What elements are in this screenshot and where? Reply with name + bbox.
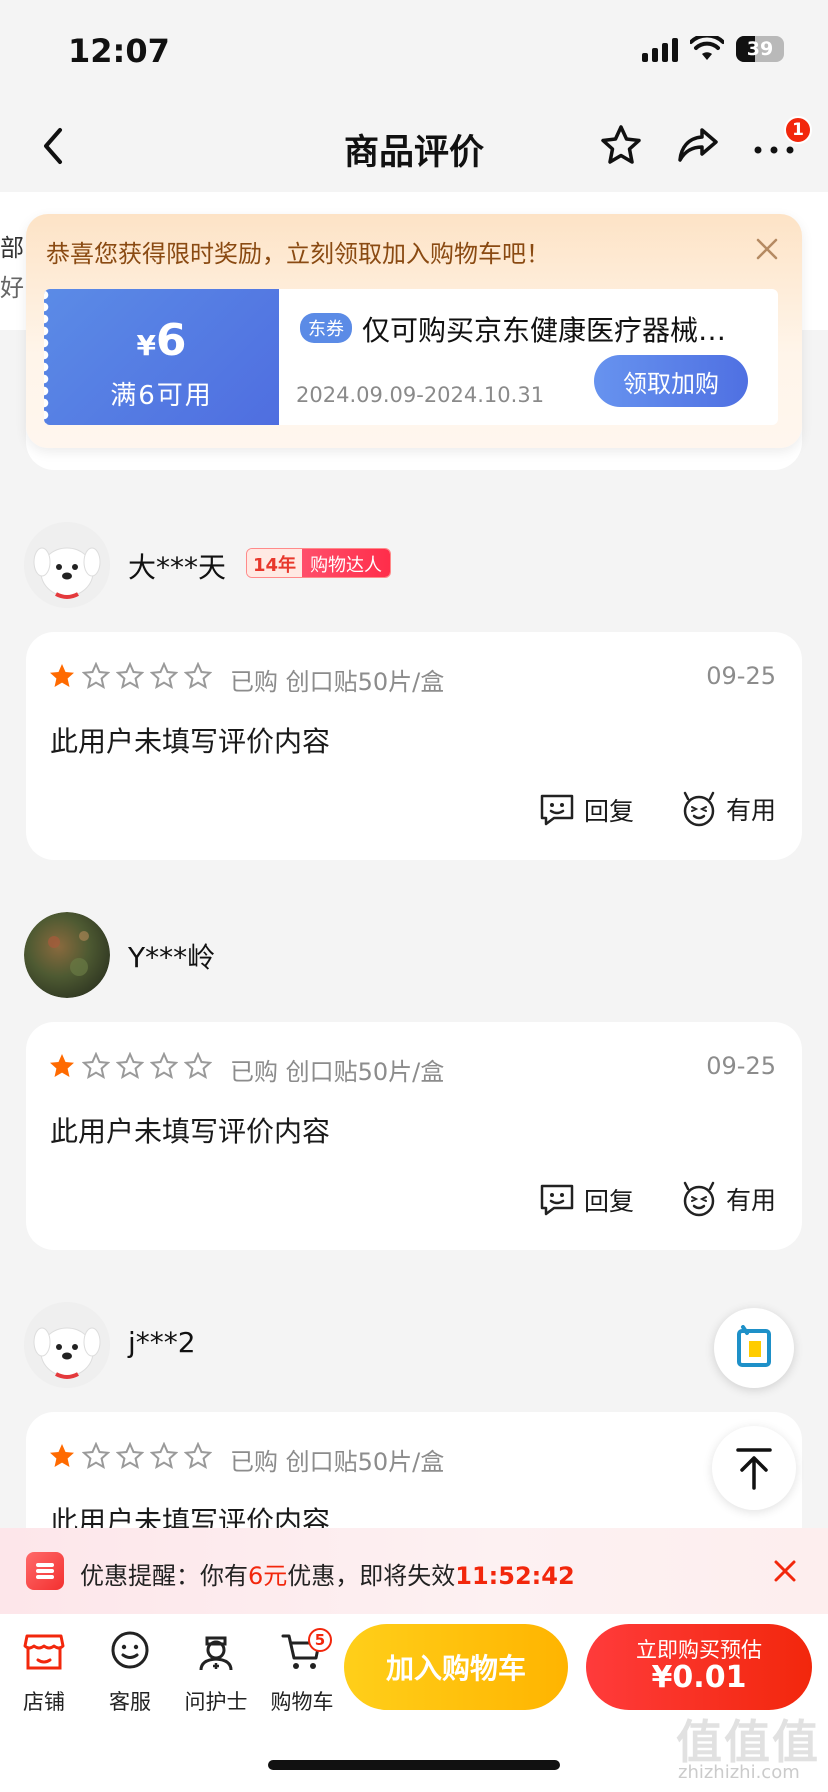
rating-stars — [48, 1442, 212, 1470]
background-text: 部 — [0, 234, 24, 262]
close-icon[interactable] — [772, 1558, 798, 1584]
star-empty-icon — [184, 662, 212, 690]
review-date: 09-25 — [706, 1052, 776, 1080]
star-empty-icon — [116, 1052, 144, 1080]
coupon-value-panel: ¥6 满6可用 — [44, 289, 279, 425]
star-empty-icon — [82, 1052, 110, 1080]
star-empty-icon — [116, 1442, 144, 1470]
claim-coupon-button[interactable]: 领取加购 — [594, 355, 748, 407]
promo-reminder-bar: 优惠提醒：你有6元优惠，即将失效11:52:42 — [0, 1528, 828, 1614]
review-card[interactable]: 已购 创口贴50片/盒 09-25 此用户未填写评价内容 回复 有用 — [26, 1022, 802, 1250]
reply-icon — [540, 794, 574, 826]
home-indicator — [268, 1760, 560, 1770]
battery-level: 39 — [746, 38, 774, 60]
cart-count-badge: 5 — [308, 1628, 332, 1652]
buy-now-button[interactable]: 立即购买预估 ¥0.01 — [586, 1624, 812, 1710]
purchase-info: 已购 创口贴50片/盒 — [230, 1058, 445, 1086]
estimated-price: ¥0.01 — [651, 1660, 747, 1695]
dog-avatar-icon — [24, 522, 110, 608]
coupon-condition: 满6可用 — [110, 381, 213, 411]
cellular-signal-icon — [642, 36, 678, 62]
wifi-icon — [690, 36, 724, 60]
star-empty-icon — [150, 662, 178, 690]
star-empty-icon — [116, 662, 144, 690]
store-icon — [23, 1634, 65, 1670]
close-icon[interactable] — [754, 236, 780, 262]
star-filled-icon — [50, 664, 74, 687]
photo-avatar-icon — [24, 912, 110, 998]
username: 大***天 — [128, 551, 227, 584]
reply-button[interactable]: 回复 — [538, 1182, 634, 1218]
coupon-popup-title: 恭喜您获得限时奖励，立刻领取加入购物车吧！ — [46, 240, 550, 268]
coupon-amount: ¥6 — [136, 315, 187, 366]
nav-bar: 商品评价 1 — [0, 100, 828, 192]
useful-button[interactable]: 有用 — [680, 1180, 776, 1218]
user-level-badge: 14年 购物达人 — [246, 548, 392, 578]
review-card[interactable]: 已购 创口贴50片/盒 09-25 此用户未填写评价内容 回复 有用 — [26, 632, 802, 860]
useful-icon — [683, 791, 715, 827]
useful-button[interactable]: 有用 — [680, 790, 776, 828]
review-date: 09-25 — [706, 662, 776, 690]
review-text: 此用户未填写评价内容 — [50, 1115, 331, 1148]
star-empty-icon — [82, 662, 110, 690]
status-time: 12:07 — [68, 32, 170, 70]
watermark-url: zhizhizhi.com — [678, 1762, 800, 1783]
ask-nurse-button[interactable]: 问护士 — [178, 1628, 254, 1716]
coupon-popup: 恭喜您获得限时奖励，立刻领取加入购物车吧！ ¥6 满6可用 东券 仅可购买京东健… — [26, 214, 802, 448]
review-header: 大***天 14年 购物达人 — [24, 522, 804, 612]
review-header: j***2 — [24, 1302, 804, 1392]
star-empty-icon — [150, 1052, 178, 1080]
arrow-up-icon — [736, 1448, 772, 1490]
review-text: 此用户未填写评价内容 — [50, 725, 331, 758]
avatar[interactable] — [24, 912, 110, 998]
useful-icon — [683, 1181, 715, 1217]
dog-avatar-icon — [24, 1302, 110, 1388]
review-header: Y***岭 — [24, 912, 804, 1002]
purchase-info: 已购 创口贴50片/盒 — [230, 1448, 445, 1476]
cart-button[interactable]: 5 购物车 — [264, 1628, 340, 1716]
back-to-top-button[interactable] — [712, 1426, 796, 1510]
star-filled-icon — [50, 1054, 74, 1077]
coupon-tag: 东券 — [300, 313, 352, 343]
avatar[interactable] — [24, 522, 110, 608]
ask-icon — [737, 1325, 771, 1367]
username: j***2 — [128, 1326, 196, 1359]
notification-badge: 1 — [784, 116, 812, 144]
countdown-timer: 11:52:42 — [455, 1562, 575, 1590]
coupon-card: ¥6 满6可用 东券 仅可购买京东健康医疗器械… 2024.09.09-2024… — [44, 289, 778, 425]
star-empty-icon — [184, 1052, 212, 1080]
star-empty-icon — [184, 1442, 212, 1470]
customer-service-button[interactable]: 客服 — [92, 1628, 168, 1716]
status-icons: 39 — [642, 36, 784, 62]
rating-stars — [48, 662, 212, 690]
star-empty-icon — [82, 1442, 110, 1470]
promo-icon — [26, 1552, 64, 1590]
ask-question-button[interactable] — [714, 1308, 794, 1388]
rating-stars — [48, 1052, 212, 1080]
nurse-icon — [199, 1636, 233, 1671]
star-empty-icon — [150, 1442, 178, 1470]
avatar[interactable] — [24, 1302, 110, 1388]
status-bar: 12:07 39 — [0, 0, 828, 100]
username: Y***岭 — [128, 941, 216, 974]
chat-icon — [111, 1631, 149, 1669]
promo-text: 优惠提醒：你有6元优惠，即将失效11:52:42 — [80, 1562, 575, 1590]
purchase-info: 已购 创口贴50片/盒 — [230, 668, 445, 696]
add-to-cart-button[interactable]: 加入购物车 — [344, 1624, 568, 1710]
star-filled-icon — [50, 1444, 74, 1467]
reply-icon — [540, 1184, 574, 1216]
store-button[interactable]: 店铺 — [6, 1628, 82, 1716]
battery-icon: 39 — [736, 36, 784, 62]
coupon-description: 仅可购买京东健康医疗器械… — [362, 314, 727, 347]
share-icon[interactable] — [674, 122, 722, 168]
reply-button[interactable]: 回复 — [538, 792, 634, 828]
favorite-star-icon[interactable] — [598, 122, 644, 168]
coupon-date-range: 2024.09.09-2024.10.31 — [296, 383, 545, 407]
